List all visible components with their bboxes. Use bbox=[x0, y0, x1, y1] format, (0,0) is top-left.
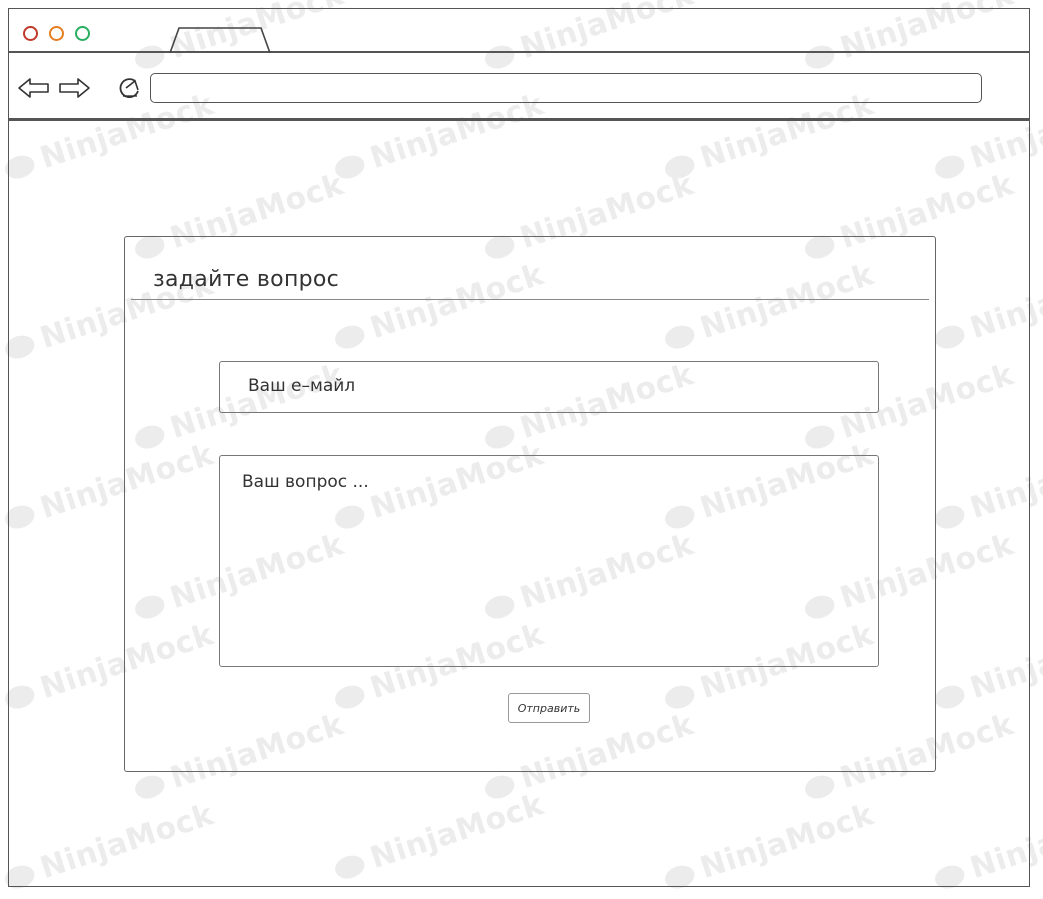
title-divider bbox=[131, 299, 929, 300]
form-title: задайте вопрос bbox=[153, 267, 340, 292]
question-textarea[interactable]: Ваш вопрос ... bbox=[219, 455, 879, 667]
forward-arrow-icon[interactable] bbox=[57, 76, 91, 100]
question-placeholder: Ваш вопрос ... bbox=[242, 472, 369, 492]
send-button[interactable]: Отправить bbox=[508, 693, 590, 723]
email-placeholder: Ваш е–майл bbox=[248, 376, 356, 396]
maximize-window-button[interactable] bbox=[75, 26, 90, 41]
send-button-label: Отправить bbox=[517, 701, 581, 715]
reload-icon[interactable] bbox=[115, 75, 143, 101]
close-window-button[interactable] bbox=[23, 26, 38, 41]
email-field[interactable]: Ваш е–майл bbox=[219, 361, 879, 413]
browser-tab[interactable] bbox=[169, 26, 271, 53]
minimize-window-button[interactable] bbox=[49, 26, 64, 41]
title-bar bbox=[9, 9, 1029, 53]
navigation-bar bbox=[9, 53, 1029, 121]
back-arrow-icon[interactable] bbox=[17, 76, 51, 100]
address-bar[interactable] bbox=[150, 73, 982, 103]
ask-question-form: задайте вопрос Ваш е–майл Ваш вопрос ...… bbox=[124, 236, 936, 772]
